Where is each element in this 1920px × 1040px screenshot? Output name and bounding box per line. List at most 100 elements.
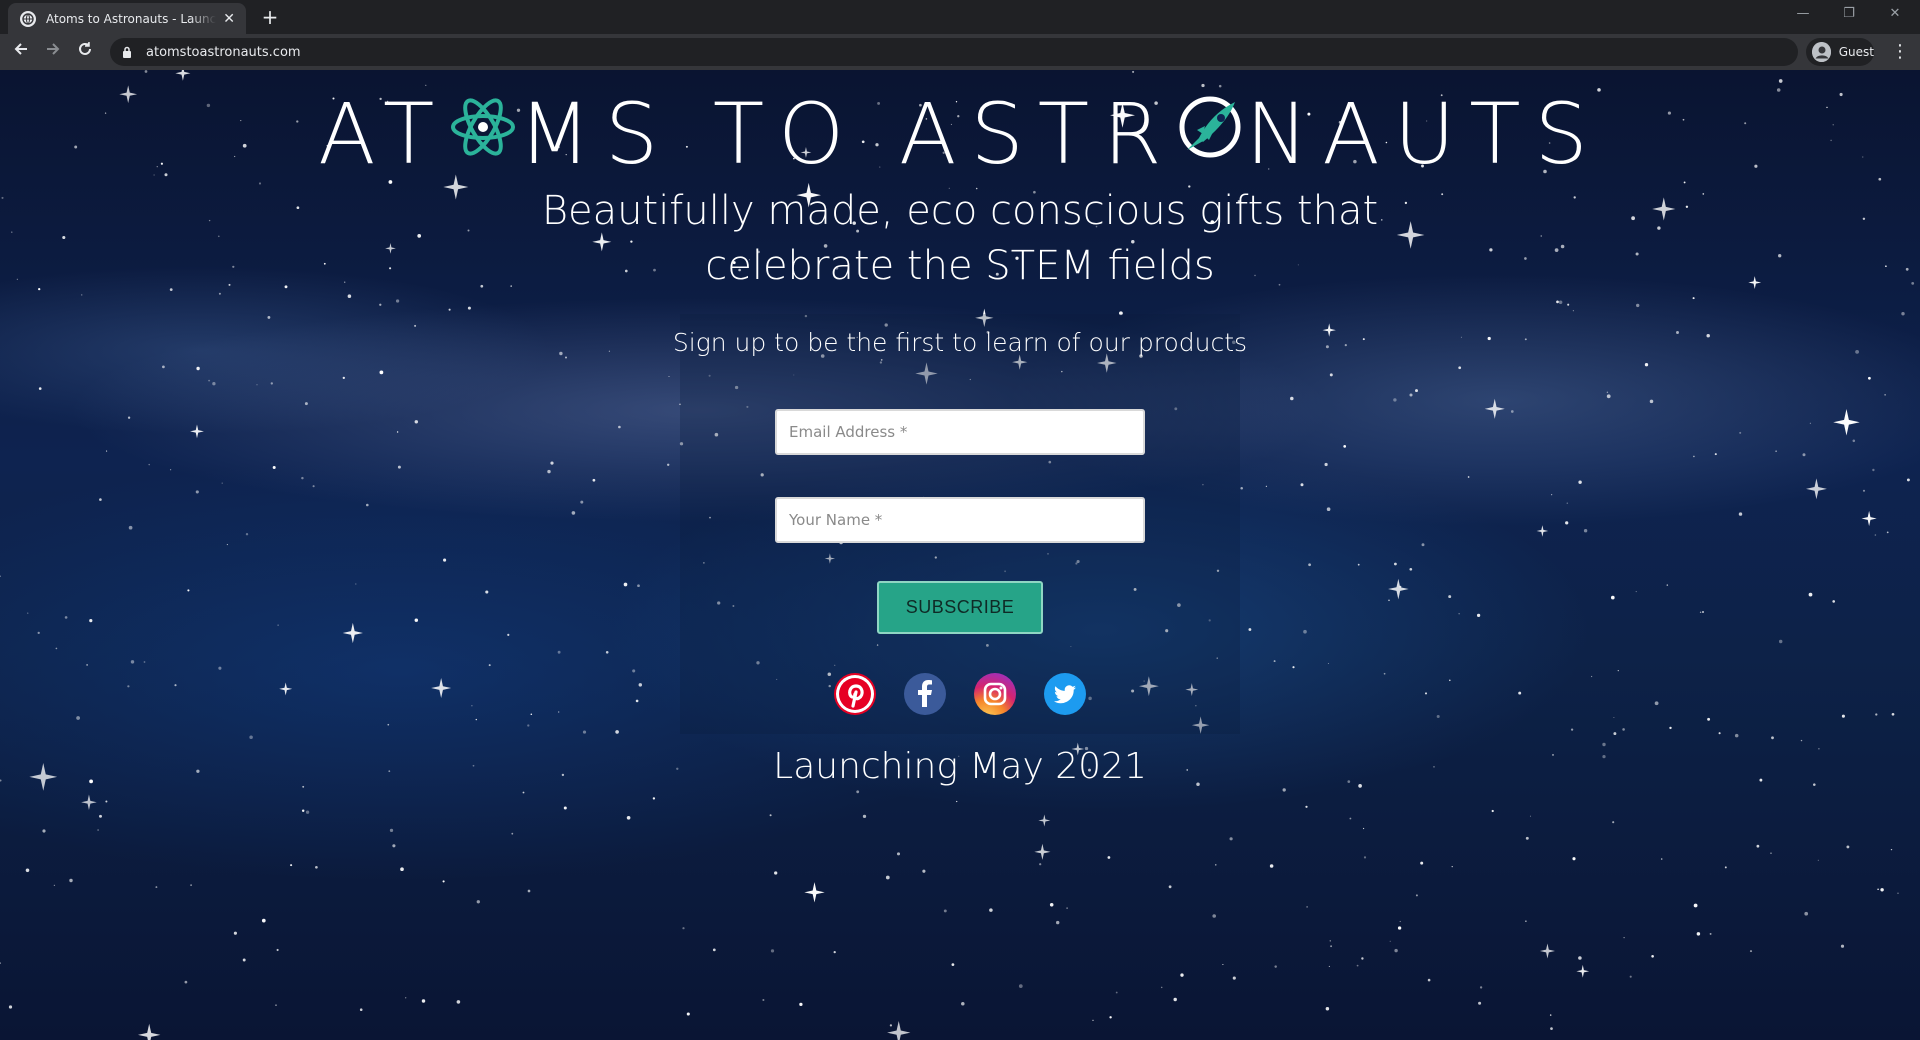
forward-icon[interactable] — [41, 40, 65, 64]
star — [1343, 445, 1347, 448]
star — [1427, 978, 1431, 982]
star — [305, 810, 310, 814]
subscribe-button[interactable]: SUBSCRIBE — [877, 581, 1043, 634]
star — [1874, 534, 1877, 536]
star — [1361, 957, 1364, 960]
star — [471, 705, 473, 707]
star — [144, 70, 148, 73]
star — [1749, 950, 1753, 953]
star — [1804, 911, 1809, 916]
star — [1409, 393, 1413, 397]
atom-icon — [448, 83, 518, 183]
star — [106, 450, 108, 452]
twitter-icon[interactable] — [1044, 673, 1086, 715]
tab-close-icon[interactable]: ✕ — [222, 11, 236, 27]
star — [270, 382, 273, 385]
sparkle-star — [1038, 814, 1051, 827]
star — [1832, 600, 1836, 603]
star — [1173, 997, 1177, 1002]
tagline: Beautifully made, eco conscious gifts th… — [0, 184, 1920, 294]
star — [1415, 389, 1418, 393]
star — [1451, 866, 1453, 868]
star — [1327, 662, 1329, 665]
star — [1702, 611, 1704, 613]
star — [397, 465, 401, 469]
star — [1329, 940, 1332, 942]
star — [27, 612, 29, 614]
sparkle-star — [1034, 843, 1051, 860]
star — [1397, 926, 1402, 930]
star — [1329, 373, 1333, 377]
star — [1363, 856, 1367, 859]
star — [1222, 963, 1224, 966]
browser-tab[interactable]: Atoms to Astronauts - Launching ✕ — [8, 3, 246, 34]
star — [0, 962, 1, 964]
star — [626, 815, 631, 820]
star — [1115, 991, 1118, 994]
star — [1383, 672, 1386, 675]
star — [249, 735, 253, 739]
star — [1693, 903, 1698, 908]
sparkle-star — [137, 1023, 161, 1040]
star — [1651, 954, 1654, 958]
star — [1049, 903, 1054, 907]
star — [267, 315, 271, 319]
star — [347, 294, 352, 298]
globe-icon — [20, 10, 36, 27]
star — [1572, 857, 1576, 861]
facebook-icon[interactable] — [904, 673, 946, 715]
star — [1756, 844, 1760, 848]
star — [405, 997, 407, 999]
star — [485, 590, 489, 594]
new-tab-button[interactable]: + — [258, 6, 282, 30]
star — [1884, 394, 1886, 396]
star — [1357, 563, 1360, 566]
star — [1699, 611, 1702, 614]
signup-heading: Sign up to be the first to learn of our … — [672, 328, 1248, 357]
minimize-button[interactable]: — — [1780, 0, 1826, 30]
name-field[interactable] — [775, 497, 1145, 543]
star — [770, 949, 775, 953]
star — [395, 299, 400, 303]
profile-button[interactable]: Guest — [1806, 38, 1874, 66]
star — [1449, 679, 1451, 682]
star — [187, 589, 190, 592]
logo-text-middle: MS TO ASTR — [518, 85, 1176, 183]
star — [1669, 726, 1672, 730]
instagram-icon[interactable] — [974, 673, 1016, 715]
star — [1566, 502, 1569, 504]
star — [1393, 398, 1397, 402]
star — [342, 376, 345, 380]
pinterest-icon[interactable] — [834, 673, 876, 715]
star — [1623, 936, 1625, 939]
reload-icon[interactable] — [73, 40, 97, 64]
star — [64, 616, 68, 619]
star — [605, 651, 609, 654]
star — [1771, 736, 1774, 740]
star — [488, 664, 491, 667]
address-bar[interactable]: atomstoastronauts.com — [110, 38, 1798, 66]
window-close-button[interactable]: ✕ — [1872, 0, 1918, 30]
sparkle-star — [1576, 964, 1590, 978]
site-logo[interactable]: AT MS TO ASTR NAUTS — [0, 84, 1920, 184]
star — [1018, 984, 1023, 988]
star — [212, 382, 216, 386]
sparkle-star — [1861, 510, 1877, 527]
star — [1809, 422, 1811, 424]
star — [1549, 1014, 1552, 1016]
email-field[interactable] — [775, 409, 1145, 455]
sparkle-star — [431, 678, 452, 699]
star — [443, 558, 447, 562]
back-icon[interactable] — [9, 40, 33, 64]
browser-menu-icon[interactable]: ⋮ — [1888, 40, 1912, 64]
star — [1399, 920, 1401, 923]
profile-label: Guest — [1838, 45, 1874, 59]
star — [1841, 714, 1845, 718]
star — [475, 718, 478, 721]
star — [1583, 529, 1588, 533]
star — [1389, 940, 1391, 942]
restore-button[interactable]: ❐ — [1826, 0, 1872, 30]
star — [130, 660, 135, 664]
star — [69, 878, 73, 883]
star — [25, 868, 30, 873]
